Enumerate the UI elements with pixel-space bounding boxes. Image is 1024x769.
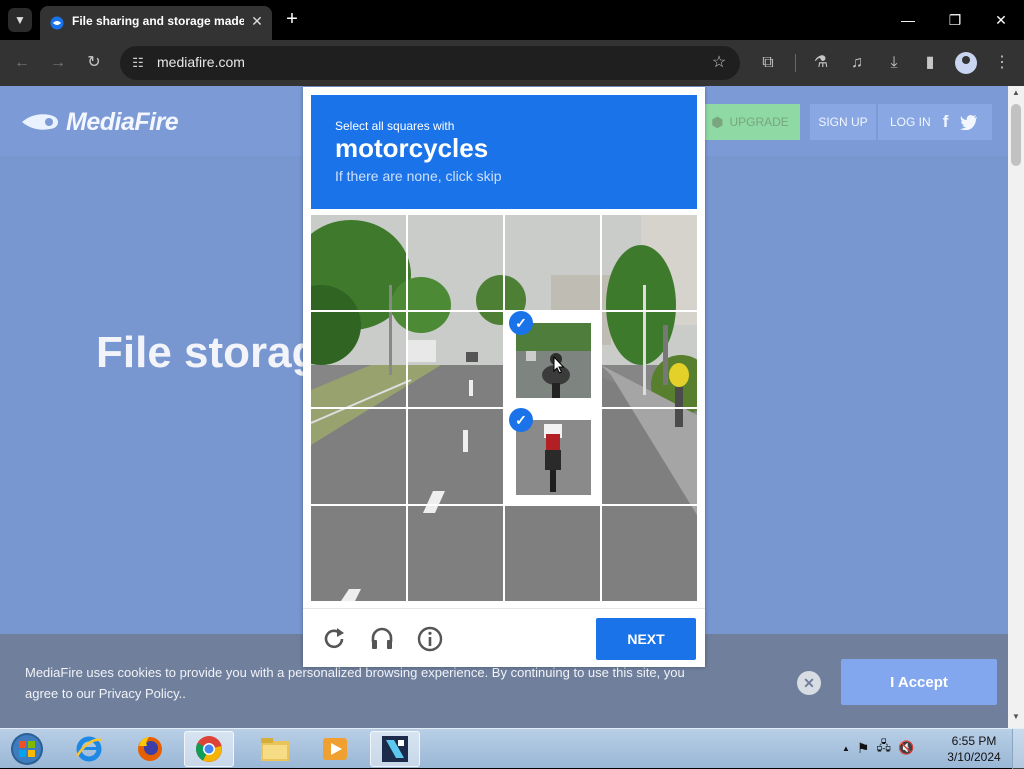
upgrade-label: UPGRADE — [729, 115, 789, 129]
taskbar-file-explorer[interactable] — [250, 731, 300, 767]
twitter-icon[interactable] — [960, 114, 978, 130]
download-icon[interactable]: ⤓ — [882, 51, 906, 75]
captcha-challenge: Select all squares with motorcycles If t… — [303, 87, 705, 667]
restore-button[interactable]: ❐ — [941, 8, 969, 32]
tab-search-chevron-icon[interactable]: ▼ — [8, 8, 32, 32]
page-scrollbar[interactable]: ▲ ▼ — [1008, 86, 1024, 728]
next-button[interactable]: NEXT — [596, 618, 696, 660]
site-info-icon[interactable]: ☷ — [128, 53, 148, 73]
accept-cookies-button[interactable]: I Accept — [841, 659, 997, 705]
volume-muted-icon[interactable]: 🔇 — [898, 740, 914, 756]
tab-strip: ▼ File sharing and storage made simple ✕… — [0, 0, 1024, 40]
labs-flask-icon[interactable]: ⚗ — [809, 51, 833, 75]
audio-challenge-headphones-icon[interactable] — [368, 625, 396, 653]
captcha-tile-r2c1[interactable] — [408, 409, 504, 505]
info-icon[interactable] — [416, 625, 444, 653]
browser-toolbar: ← → ↻ ☷ mediafire.com ☆ ⧉ ⚗ ♫ ⤓ ▮ ⋮ — [0, 40, 1024, 86]
window-close-button[interactable]: ✕ — [987, 8, 1015, 32]
app-window-icon — [382, 736, 408, 762]
forward-arrow-icon[interactable]: → — [46, 51, 70, 75]
side-panel-icon[interactable]: ▮ — [918, 51, 942, 75]
captcha-tile-r1c3[interactable] — [602, 312, 697, 408]
toolbar-divider — [795, 54, 796, 72]
captcha-tile-r0c2[interactable] — [505, 215, 601, 311]
browser-tab[interactable]: File sharing and storage made simple ✕ — [40, 6, 272, 40]
captcha-tile-r3c2[interactable] — [505, 506, 601, 601]
extensions-icon[interactable]: ⧉ — [756, 51, 780, 75]
cookie-close-icon[interactable]: ✕ — [797, 671, 821, 695]
tab-close-icon[interactable]: ✕ — [248, 12, 266, 30]
login-label: LOG IN — [890, 115, 931, 129]
windows-start-orb-icon[interactable] — [8, 731, 46, 767]
captcha-hint: If there are none, click skip — [335, 168, 502, 184]
minimize-button[interactable]: — — [894, 8, 922, 32]
mouse-cursor-icon — [553, 356, 565, 374]
captcha-tile-r0c3[interactable] — [602, 215, 697, 311]
taskbar-chrome[interactable] — [184, 731, 234, 767]
new-tab-button[interactable]: + — [282, 8, 302, 32]
login-button[interactable]: LOG IN f — [878, 104, 992, 140]
profile-avatar-icon[interactable] — [955, 52, 977, 74]
captcha-tile-r2c0[interactable] — [311, 409, 407, 505]
mediafire-flame-icon — [22, 114, 58, 130]
firefox-icon — [138, 737, 162, 761]
taskbar-internet-explorer[interactable] — [64, 731, 114, 767]
signup-button[interactable]: SIGN UP — [810, 104, 876, 140]
logo-text: MediaFire — [66, 107, 179, 136]
scroll-up-arrow-icon[interactable]: ▲ — [1008, 88, 1024, 100]
tray-overflow-arrow-icon[interactable]: ▲ — [842, 744, 850, 753]
reload-challenge-icon[interactable] — [320, 625, 348, 653]
address-bar[interactable]: ☷ mediafire.com ☆ — [120, 46, 740, 80]
back-arrow-icon[interactable]: ← — [10, 51, 34, 75]
show-desktop-button[interactable] — [1012, 729, 1024, 769]
reload-icon[interactable]: ↻ — [82, 51, 106, 75]
scroll-down-arrow-icon[interactable]: ▼ — [1008, 712, 1024, 724]
mediafire-favicon-icon — [50, 16, 64, 30]
cookie-notice-text: MediaFire uses cookies to provide you wi… — [25, 665, 685, 701]
windows-taskbar: ▲ ⚑ 🖧 🔇 6:55 PM 3/10/2024 — [0, 728, 1024, 769]
captcha-tile-r3c0[interactable] — [311, 506, 407, 601]
motorcycle-rear-image — [516, 420, 591, 495]
taskbar-media-player[interactable] — [310, 731, 360, 767]
tile-selected-check-icon: ✓ — [509, 408, 533, 432]
upgrade-box-icon: ⬢ — [711, 113, 724, 130]
media-player-icon — [323, 738, 347, 760]
folder-icon — [261, 738, 289, 761]
taskbar-firefox[interactable] — [125, 731, 175, 767]
network-icon[interactable]: 🖧 — [876, 737, 891, 759]
captcha-tile-r2c3[interactable] — [602, 409, 697, 505]
captcha-target-object: motorcycles — [335, 133, 489, 163]
captcha-tile-r2c2[interactable]: ✓ — [505, 408, 601, 505]
url-text[interactable]: mediafire.com — [157, 54, 245, 70]
scroll-thumb[interactable] — [1011, 104, 1021, 166]
upgrade-button[interactable]: ⬢ UPGRADE — [700, 104, 800, 140]
taskbar-app-active[interactable] — [370, 731, 420, 767]
menu-kebab-icon[interactable]: ⋮ — [990, 51, 1014, 75]
captcha-image-grid: ✓ ✓ — [311, 215, 697, 601]
captcha-tile-r1c0[interactable] — [311, 312, 407, 408]
tab-title: File sharing and storage made simple — [72, 14, 244, 28]
captcha-instruction: Select all squares with — [335, 119, 455, 133]
tile-selected-check-icon: ✓ — [509, 311, 533, 335]
media-control-icon[interactable]: ♫ — [845, 51, 869, 75]
captcha-tile-r1c1[interactable] — [408, 312, 504, 408]
captcha-tile-r0c1[interactable] — [408, 215, 504, 311]
clock-time: 6:55 PM — [951, 734, 997, 748]
captcha-footer: NEXT — [303, 608, 705, 667]
taskbar-clock[interactable]: 6:55 PM 3/10/2024 — [940, 733, 1008, 765]
facebook-icon[interactable]: f — [943, 112, 949, 132]
bookmark-star-icon[interactable]: ☆ — [708, 52, 730, 74]
captcha-tile-r3c1[interactable] — [408, 506, 504, 601]
captcha-tile-r3c3[interactable] — [602, 506, 697, 601]
captcha-tile-r0c0[interactable] — [311, 215, 407, 311]
mediafire-logo[interactable]: MediaFire — [20, 106, 179, 138]
captcha-header: Select all squares with motorcycles If t… — [311, 95, 697, 209]
system-tray: ▲ ⚑ 🖧 🔇 — [842, 735, 942, 761]
clock-date: 3/10/2024 — [947, 750, 1001, 764]
chrome-icon — [196, 736, 222, 762]
action-center-flag-icon[interactable]: ⚑ — [857, 740, 870, 757]
internet-explorer-icon — [75, 736, 102, 762]
